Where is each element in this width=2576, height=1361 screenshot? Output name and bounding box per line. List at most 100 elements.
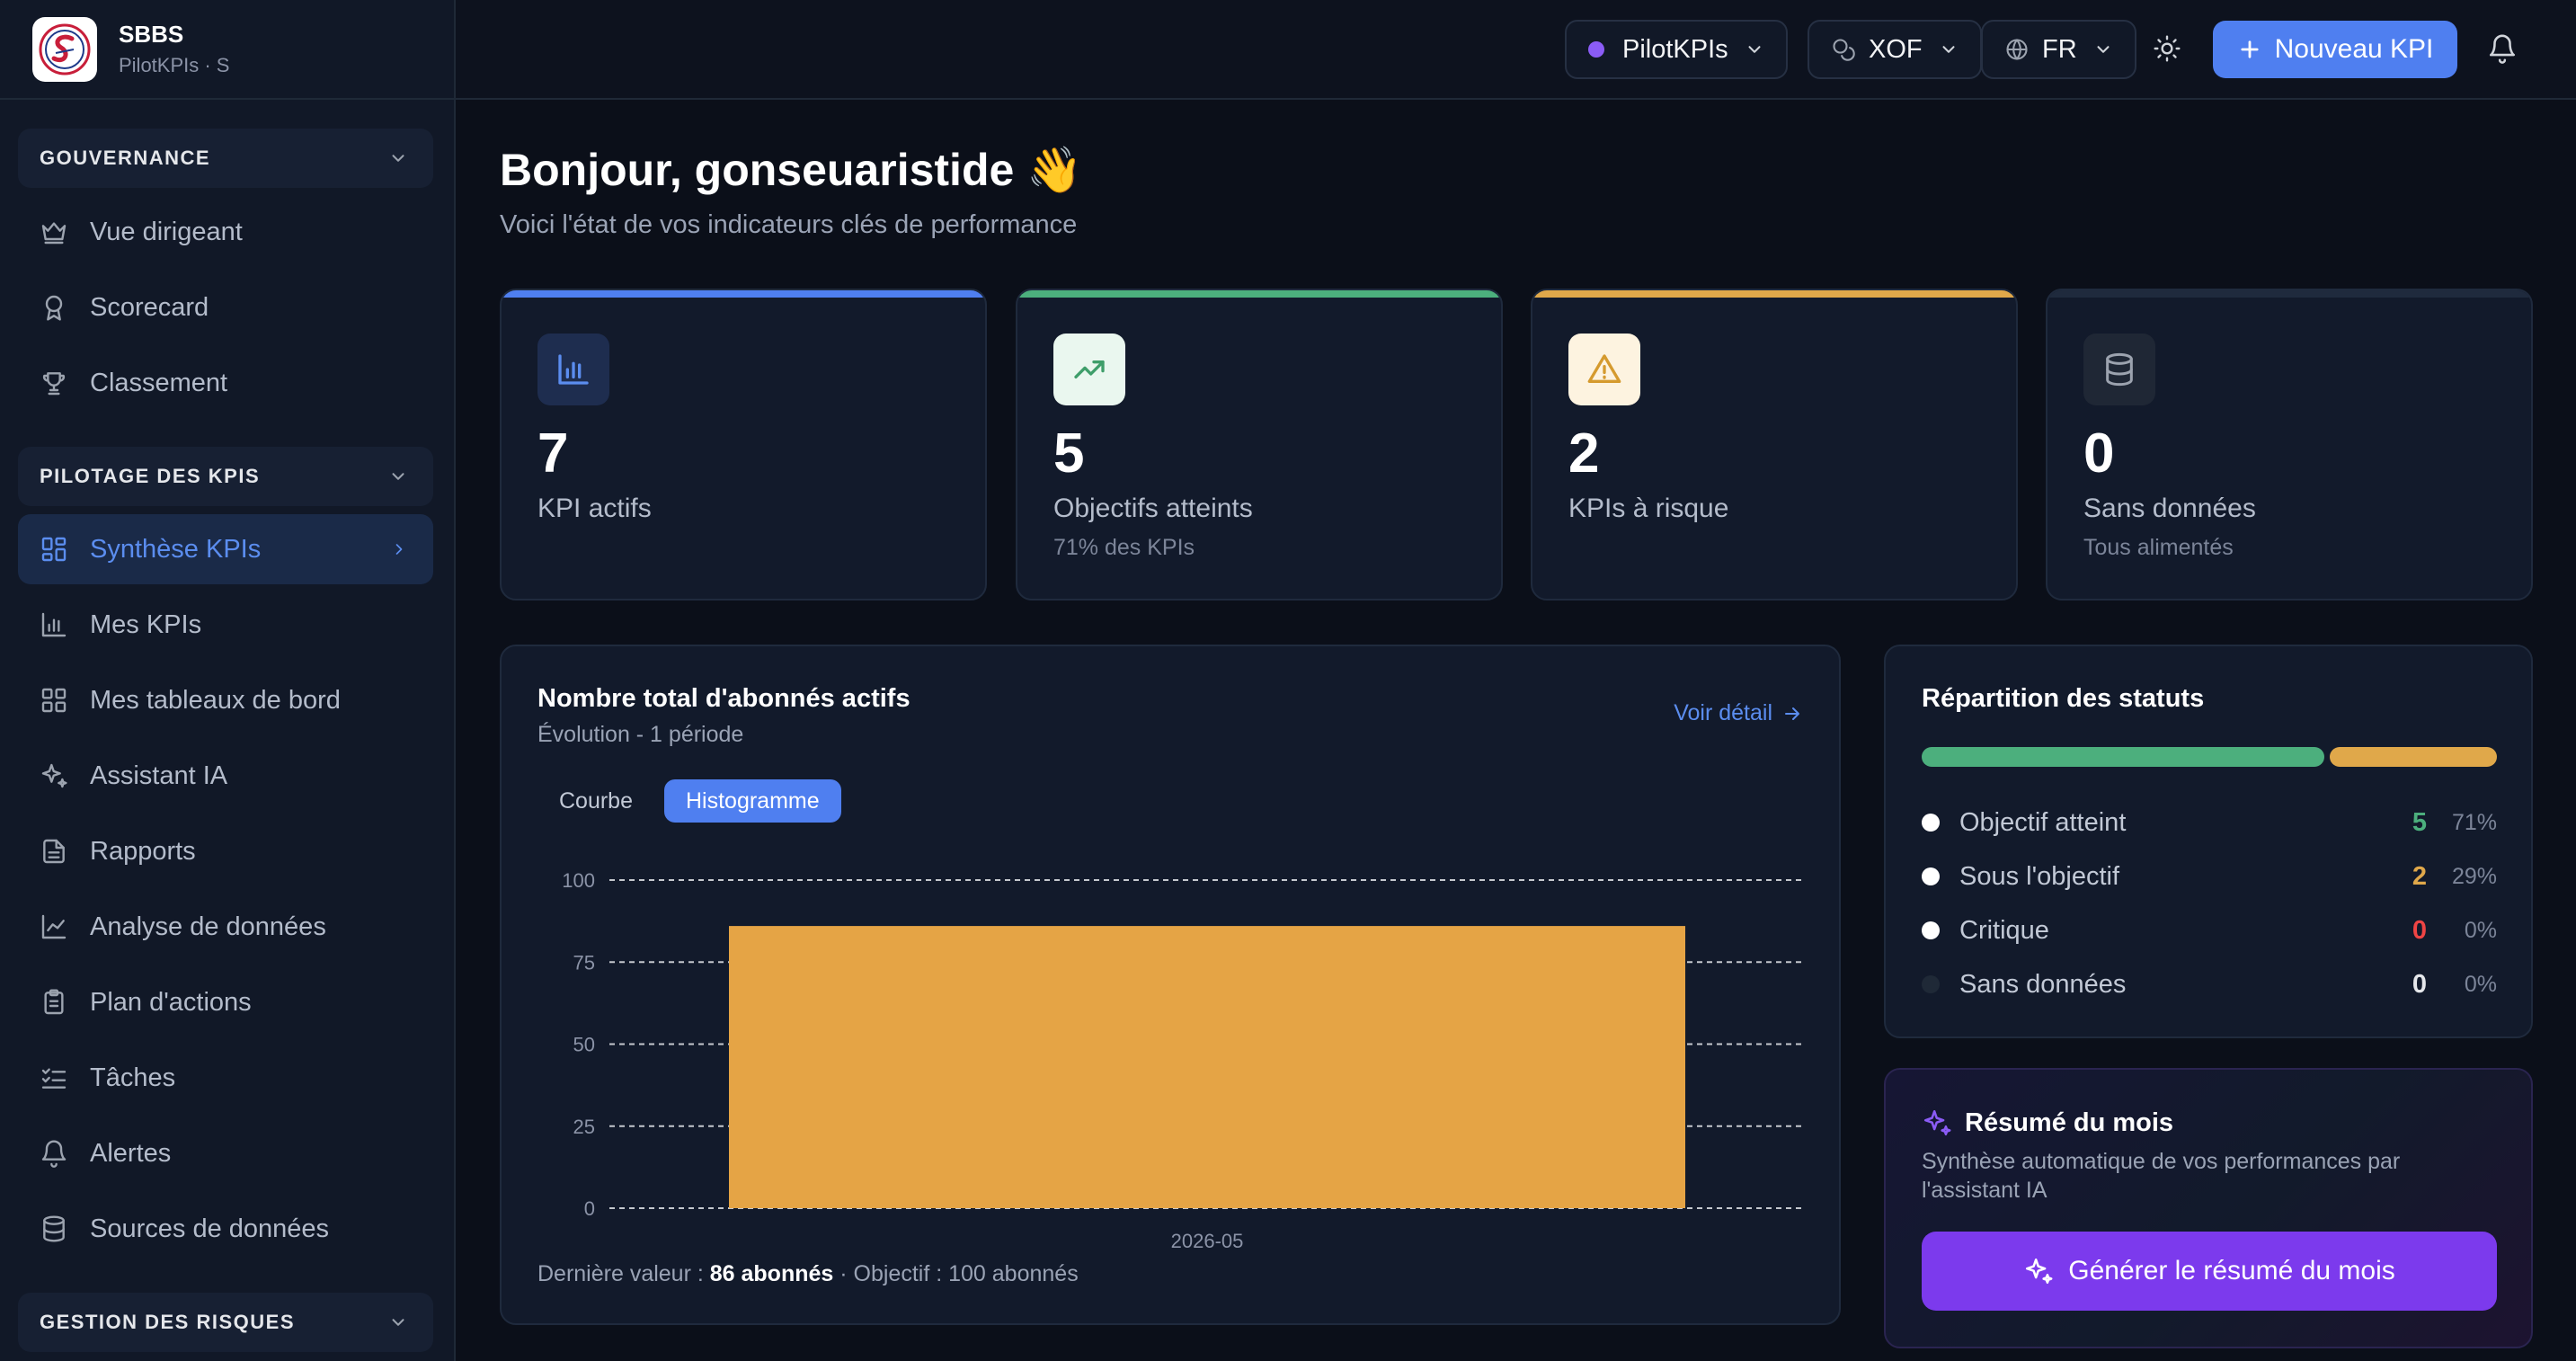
y-tick-label: 50 [573, 1034, 595, 1056]
status-name: Critique [1959, 915, 2049, 945]
sidebar-item-classement[interactable]: Classement [18, 348, 433, 418]
language-label: FR [2042, 34, 2077, 64]
sidebar-item-label: Alertes [90, 1138, 172, 1168]
status-count: 5 [2412, 807, 2427, 837]
group-gestion-risques[interactable]: GESTION DES RISQUES [18, 1293, 433, 1352]
sparkles-icon [41, 763, 67, 788]
x-tick-label: 2026-05 [1171, 1230, 1244, 1252]
chart-title: Nombre total d'abonnés actifs [537, 684, 910, 713]
sidebar-item-label: Synthèse KPIs [90, 534, 262, 564]
page-subtitle: Voici l'état de vos indicateurs clés de … [500, 210, 1078, 239]
stat-icon-box [1568, 334, 1640, 405]
toggle-curve[interactable]: Courbe [537, 779, 654, 823]
sidebar-item-synthese-kpis[interactable]: Synthèse KPIs [18, 514, 433, 584]
stat-sub: Tous alimentés [2083, 535, 2234, 560]
stat-card-kpi-actifs[interactable]: 7 KPI actifs [500, 289, 987, 600]
notifications-button[interactable] [2481, 27, 2524, 70]
stat-value: 5 [1053, 423, 1085, 485]
dashboard-icon [41, 688, 67, 713]
stat-label: KPI actifs [537, 494, 652, 523]
sidebar-item-vue-dirigeant[interactable]: Vue dirigeant [18, 197, 433, 267]
sun-icon [2154, 35, 2181, 62]
stat-icon-box [2083, 334, 2155, 405]
sidebar-item-label: Tâches [90, 1063, 176, 1092]
warning-icon [1587, 354, 1621, 383]
group-label: GOUVERNANCE [40, 147, 211, 169]
status-dot [1922, 921, 1940, 939]
status-row-sous-objectif: Sous l'objectif 2 29% [1922, 858, 2497, 894]
stat-value: 7 [537, 423, 569, 485]
sidebar-item-analyse[interactable]: Analyse de données [18, 892, 433, 962]
language-selector[interactable]: FR [1981, 20, 2136, 79]
chevron-down-icon [1748, 46, 1761, 53]
status-dot [1922, 814, 1940, 832]
sidebar-item-label: Analyse de données [90, 912, 326, 941]
summary-subtitle: Synthèse automatique de vos performances… [1922, 1149, 2401, 1203]
sidebar-item-plan-actions[interactable]: Plan d'actions [18, 967, 433, 1037]
bar [729, 926, 1685, 1208]
y-tick-label: 75 [573, 951, 595, 974]
group-pilotage[interactable]: PILOTAGE DES KPIS [18, 447, 433, 506]
status-row-atteint: Objectif atteint 5 71% [1922, 805, 2497, 841]
stat-label: KPIs à risque [1568, 494, 1729, 523]
status-dot [1922, 867, 1940, 885]
see-detail-link[interactable]: Voir détail [1674, 700, 1803, 726]
chart-subtitle: Évolution - 1 période [537, 722, 744, 747]
sidebar-item-sources[interactable]: Sources de données [18, 1194, 433, 1264]
stat-card-objectifs-atteints[interactable]: 5 Objectifs atteints 71% des KPIs [1016, 289, 1503, 600]
sbbs-logo[interactable] [32, 16, 97, 82]
status-count: 0 [2412, 969, 2427, 999]
see-detail-label: Voir détail [1674, 700, 1772, 725]
bell-icon [2489, 34, 2516, 64]
sidebar-item-alertes[interactable]: Alertes [18, 1118, 433, 1188]
currency-selector[interactable]: XOF [1808, 20, 1982, 79]
sparkles-icon [2026, 1258, 2053, 1285]
line-chart-icon [41, 914, 67, 939]
stat-sub: 71% des KPIs [1053, 535, 1195, 560]
monthly-summary-panel: Résumé du mois Synthèse automatique de v… [1884, 1068, 2533, 1348]
sidebar-item-mes-kpis[interactable]: Mes KPIs [18, 590, 433, 660]
chevron-right-icon [395, 544, 403, 555]
status-pct: 71% [2451, 809, 2497, 835]
theme-toggle[interactable] [2145, 27, 2189, 70]
status-segment [1922, 747, 2325, 767]
sidebar-item-taches[interactable]: Tâches [18, 1043, 433, 1113]
group-gouvernance[interactable]: GOUVERNANCE [18, 129, 433, 188]
bell-icon [41, 1140, 67, 1168]
bar-chart: 0 25 50 75 100 2026-05 [562, 869, 1805, 1252]
sidebar-item-mes-tableaux[interactable]: Mes tableaux de bord [18, 665, 433, 735]
sidebar-item-assistant-ia[interactable]: Assistant IA [18, 741, 433, 811]
status-pct: 29% [2451, 863, 2497, 889]
chevron-down-icon [392, 473, 404, 480]
workspace-selector[interactable]: PilotKPIs [1565, 20, 1788, 79]
status-count: 0 [2412, 915, 2427, 945]
sidebar-item-rapports[interactable]: Rapports [18, 816, 433, 886]
new-kpi-button[interactable]: Nouveau KPI [2213, 21, 2457, 78]
status-segment [2330, 747, 2497, 767]
stat-card-sans-donnees[interactable]: 0 Sans données Tous alimentés [2046, 289, 2533, 600]
page-title: Bonjour, gonseuaristide 👋 [500, 145, 1083, 195]
bar-chart-icon [558, 354, 589, 385]
top-bar: PilotKPIs XOF FR Nouveau KPI [456, 0, 2576, 100]
sidebar-item-label: Vue dirigeant [90, 217, 243, 246]
sidebar-item-scorecard[interactable]: Scorecard [18, 272, 433, 342]
brand-header: SBBS PilotKPIs · S [0, 0, 454, 100]
toggle-histogram[interactable]: Histogramme [664, 779, 841, 823]
award-icon [45, 295, 63, 321]
coins-icon [1833, 39, 1855, 61]
file-text-icon [43, 839, 65, 864]
generate-summary-button[interactable]: Générer le résumé du mois [1922, 1232, 2497, 1311]
status-dot [1922, 975, 1940, 993]
footer-last-value: 86 abonnés [709, 1261, 834, 1286]
sidebar-item-label: Mes KPIs [90, 609, 202, 639]
plus-icon [2241, 40, 2259, 58]
currency-label: XOF [1869, 34, 1923, 64]
sidebar-item-label: Assistant IA [90, 761, 228, 790]
stat-card-kpis-risque[interactable]: 2 KPIs à risque [1531, 289, 2018, 600]
status-name: Sous l'objectif [1959, 861, 2120, 891]
summary-title: Résumé du mois [1922, 1107, 2173, 1138]
globe-icon [2006, 39, 2028, 60]
generate-summary-label: Générer le résumé du mois [2068, 1256, 2395, 1285]
sidebar-item-label: Plan d'actions [90, 987, 252, 1017]
chart-footer: Dernière valeur : 86 abonnés · Objectif … [537, 1261, 1079, 1287]
